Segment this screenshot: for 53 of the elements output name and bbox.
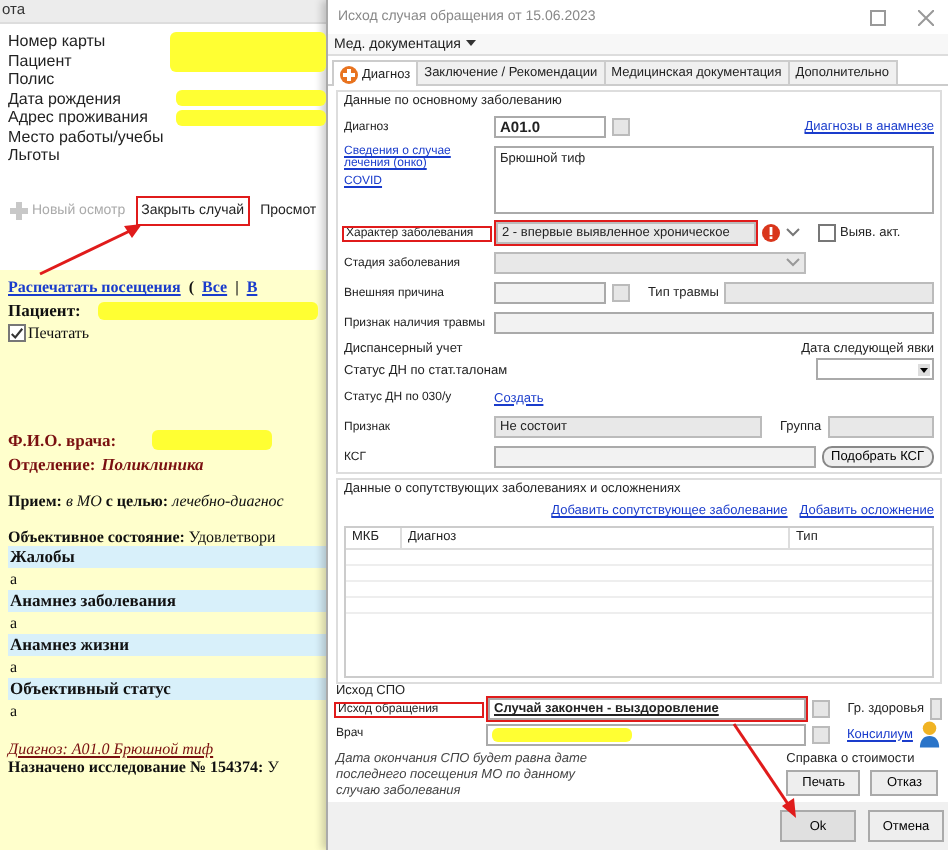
- stage-select[interactable]: [494, 252, 806, 274]
- medical-cross-icon: [340, 65, 358, 83]
- redaction-mark: [152, 430, 272, 450]
- chevron-icon[interactable]: [786, 228, 800, 238]
- field-label: Дата рождения: [8, 89, 121, 108]
- doctor-field[interactable]: [486, 723, 806, 745]
- browse-button[interactable]: [612, 118, 630, 136]
- all-link[interactable]: Все: [202, 278, 228, 296]
- print-visits-link[interactable]: Распечатать посещения: [8, 278, 181, 296]
- section-header: Жалобы: [8, 546, 326, 568]
- assigned-text: Назначено исследование № 154374: У: [8, 758, 281, 776]
- field-label: Место работы/учебы: [8, 127, 164, 146]
- print-checkbox[interactable]: Печатать: [8, 324, 326, 342]
- section-header: Анамнез заболевания: [8, 590, 326, 612]
- diagnosis-text: Диагноз: A01.0 Брюшной тиф: [8, 740, 216, 758]
- field-label: Полис: [8, 70, 55, 89]
- maximize-icon[interactable]: [870, 9, 886, 25]
- warning-icon: [762, 224, 780, 242]
- patient-label: Пациент:: [8, 300, 81, 320]
- department-value: Поликлиника: [101, 454, 204, 474]
- field-label: Пациент: [8, 51, 72, 70]
- injury-sign-field[interactable]: [494, 312, 934, 334]
- doctor-label: Ф.И.О. врача:: [8, 430, 117, 450]
- close-icon[interactable]: [918, 9, 934, 25]
- ksg-field[interactable]: [494, 446, 816, 468]
- link[interactable]: В: [246, 278, 258, 296]
- department-label: Отделение:: [8, 454, 96, 474]
- redaction-mark: [492, 727, 632, 741]
- section-text: a: [8, 656, 20, 678]
- date-field[interactable]: [816, 358, 934, 380]
- field-label: Адрес проживания: [8, 108, 148, 127]
- reception-text: Прием: в МО с целью: лечебно-диагнос: [8, 492, 286, 510]
- bracket: (: [188, 278, 195, 296]
- field-label: Льготы: [8, 146, 60, 165]
- check-icon: [10, 325, 24, 341]
- field-label: Номер карты: [8, 32, 106, 51]
- chevron-icon: [786, 258, 800, 268]
- browse-button[interactable]: [612, 284, 630, 302]
- section-text: a: [8, 700, 20, 722]
- injury-type-select[interactable]: [724, 282, 934, 304]
- section-header: Анамнез жизни: [8, 634, 326, 656]
- section-text: a: [8, 568, 20, 590]
- section-header: Объективный статус: [8, 678, 326, 700]
- external-cause-field[interactable]: [494, 282, 606, 304]
- caret-icon: [466, 40, 477, 48]
- annotation-arrow: [39, 224, 142, 276]
- separator: |: [235, 278, 239, 296]
- help-icon[interactable]: [918, 720, 942, 748]
- plus-icon: [10, 201, 28, 219]
- dropdown-icon: [918, 363, 930, 375]
- section-text: a: [8, 612, 20, 634]
- group-select[interactable]: [827, 416, 934, 438]
- objective-text: Объективное состояние: Удовлетвори: [8, 528, 278, 546]
